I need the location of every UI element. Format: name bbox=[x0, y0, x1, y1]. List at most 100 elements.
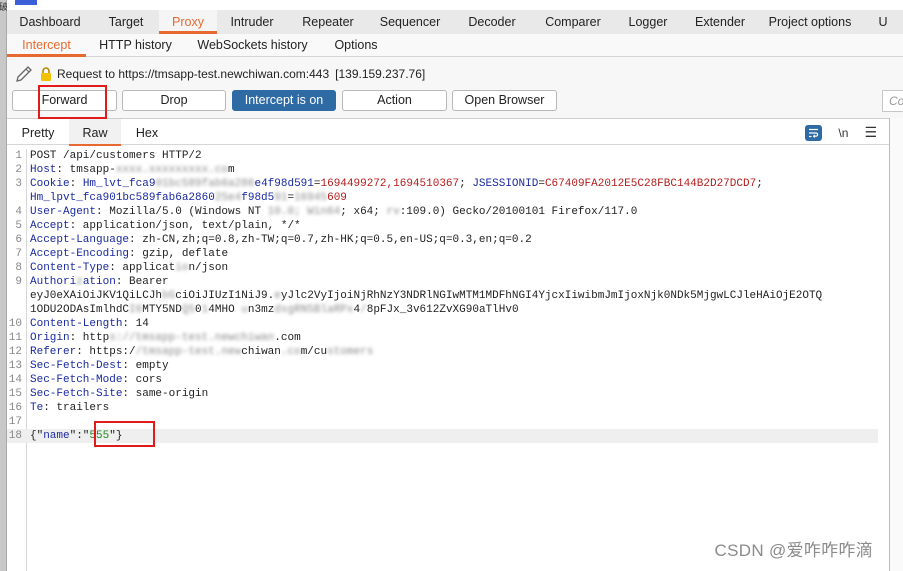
header-name: User-Agent bbox=[30, 206, 97, 218]
line-number bbox=[7, 191, 26, 205]
redacted-text: s://tmsapp-tes bbox=[109, 332, 202, 344]
line-text: Referer: https://tmsapp-test.newchiwan.c… bbox=[26, 345, 373, 359]
header-value: 609 bbox=[327, 192, 347, 204]
main-tab-u[interactable]: U bbox=[863, 10, 903, 34]
header-value: m bbox=[228, 164, 235, 176]
header-value: .com bbox=[274, 332, 301, 344]
header-value: ciOiJIUzI1NiJ9. bbox=[175, 290, 275, 302]
header-name: Sec-Fetch-Dest bbox=[30, 360, 123, 372]
raw-request-body[interactable]: 1 POST /api/customers HTTP/2 2 Host: tmsapp… bbox=[7, 149, 889, 443]
redacted-text: io bbox=[175, 262, 189, 274]
header-value: : gzip, deflate bbox=[129, 248, 229, 260]
request-line: 1 POST /api/customers HTTP/2 bbox=[7, 149, 889, 163]
main-tab-extender[interactable]: Extender bbox=[683, 10, 757, 34]
sub-tab-websockets-history[interactable]: WebSockets history bbox=[185, 34, 320, 56]
redacted-text: I6 bbox=[129, 304, 143, 316]
header-name: Referer bbox=[30, 346, 77, 358]
header-value: yJlc2VyIjoiNjRhNzY3NDRlNGIwMTM1MDFhNGI4Y… bbox=[280, 290, 823, 302]
header-name: Cookie bbox=[30, 178, 70, 190]
redacted-text: rv bbox=[386, 206, 400, 218]
comment-input[interactable]: Co bbox=[882, 90, 903, 112]
main-tab-decoder[interactable]: Decoder bbox=[451, 10, 533, 34]
header-value: n/json bbox=[188, 262, 229, 274]
line-number: 14 bbox=[8, 374, 22, 386]
request-line: 10 Content-Length: 14 bbox=[7, 317, 889, 331]
line-text bbox=[26, 415, 30, 429]
line-text: Content-Length: 14 bbox=[26, 317, 149, 331]
drop-button[interactable]: Drop bbox=[122, 90, 226, 111]
line-text: eyJ0eXAiOiJKV1QiLCJhbGciOiJIUzI1NiJ9.eyJ… bbox=[26, 289, 822, 303]
header-name: Host bbox=[30, 164, 57, 176]
request-line: 5 Accept: application/json, text/plain, *… bbox=[7, 219, 889, 233]
main-tab-intruder[interactable]: Intruder bbox=[217, 10, 287, 34]
view-tab-raw[interactable]: Raw bbox=[69, 119, 121, 146]
view-tab-hex[interactable]: Hex bbox=[121, 119, 173, 145]
request-line: 11 Origin: https://tmsapp-test.newchiwan.… bbox=[7, 331, 889, 345]
action-button[interactable]: Action bbox=[342, 90, 447, 111]
line-number: 12 bbox=[8, 346, 22, 358]
line-text: Accept-Encoding: gzip, deflate bbox=[26, 247, 228, 261]
menu-icon[interactable]: ☰ bbox=[864, 124, 877, 141]
view-tab-pretty[interactable]: Pretty bbox=[7, 119, 69, 145]
main-tab-sequencer[interactable]: Sequencer bbox=[369, 10, 451, 34]
header-value: ; bbox=[459, 178, 473, 190]
main-tab-proxy[interactable]: Proxy bbox=[159, 10, 217, 34]
line-text: Authorization: Bearer bbox=[26, 275, 169, 289]
main-tab-dashboard[interactable]: Dashboard bbox=[7, 10, 93, 34]
line-number: 17 bbox=[8, 416, 22, 428]
header-value: n3mz bbox=[247, 304, 275, 316]
header-name: Hm_lpvt_fca901bc589fab6a2860 bbox=[30, 192, 215, 204]
sub-tab-options[interactable]: Options bbox=[320, 34, 392, 56]
proxy-sub-tab-bar: Intercept HTTP history WebSockets history O… bbox=[7, 34, 903, 57]
header-value: : zh-CN,zh;q=0.8,zh-TW;q=0.7,zh-HK;q=0.5… bbox=[129, 234, 532, 246]
redacted-text: / bbox=[360, 304, 367, 316]
line-number: 9 bbox=[15, 276, 22, 288]
line-number: 8 bbox=[15, 262, 22, 274]
line-text: User-Agent: Mozilla/5.0 (Windows NT 10.0… bbox=[26, 205, 637, 219]
view-tab-bar: Pretty Raw Hex bbox=[7, 119, 889, 146]
header-value: ; bbox=[756, 178, 763, 190]
line-text: Content-Type: application/json bbox=[26, 261, 228, 275]
line-number bbox=[7, 289, 26, 303]
main-tab-repeater[interactable]: Repeater bbox=[287, 10, 369, 34]
header-value: = bbox=[538, 178, 545, 190]
intercept-toggle-button[interactable]: Intercept is on bbox=[232, 90, 336, 111]
main-tab-project-options[interactable]: Project options bbox=[757, 10, 863, 34]
newline-toggle-icon[interactable]: \n bbox=[838, 126, 848, 140]
header-value: eyJ0eXAiOiJKV1QiLCJh bbox=[30, 290, 163, 302]
word-wrap-icon[interactable] bbox=[805, 124, 823, 141]
header-value: 0 bbox=[195, 304, 202, 316]
header-name: Accept bbox=[30, 220, 70, 232]
line-number: 16 bbox=[8, 402, 22, 414]
request-line: Hm_lpvt_fca901bc589fab6a286025e4f98d591=… bbox=[7, 191, 889, 205]
line-text: Sec-Fetch-Dest: empty bbox=[26, 359, 169, 373]
line-number: 6 bbox=[15, 234, 22, 246]
forward-button[interactable]: Forward bbox=[12, 90, 117, 111]
line-text: POST /api/customers HTTP/2 bbox=[26, 149, 202, 163]
main-tab-target[interactable]: Target bbox=[93, 10, 159, 34]
editor-toolbar: \n ☰ bbox=[805, 124, 877, 141]
header-value: ":" bbox=[69, 430, 90, 442]
header-value: : Bearer bbox=[115, 276, 169, 288]
main-tab-logger[interactable]: Logger bbox=[613, 10, 683, 34]
sub-tab-http-history[interactable]: HTTP history bbox=[86, 34, 185, 56]
redacted-text: z bbox=[76, 276, 83, 288]
header-value: 8pFJx_3v612ZvXG90aTlHv0 bbox=[366, 304, 519, 316]
redacted-text: t.newchiwan bbox=[201, 332, 275, 344]
redacted-text: .co bbox=[280, 346, 301, 358]
line-number: 10 bbox=[8, 318, 22, 330]
sub-tab-intercept[interactable]: Intercept bbox=[7, 34, 86, 57]
open-browser-button[interactable]: Open Browser bbox=[452, 90, 557, 111]
header-value: {" bbox=[30, 430, 44, 442]
header-name: Hm_lvt_fca9 bbox=[82, 178, 156, 190]
request-line: 1ODU2ODAsImlhdCI6MTY5NDQ5014MHO un3mzdsg… bbox=[7, 303, 889, 317]
header-value: : https:/ bbox=[76, 346, 136, 358]
header-value: : Mozilla/5.0 (Windows NT bbox=[96, 206, 268, 218]
header-name: Accept-Encoding bbox=[30, 248, 130, 260]
main-tab-comparer[interactable]: Comparer bbox=[533, 10, 613, 34]
pencil-icon[interactable] bbox=[14, 64, 34, 84]
request-line: 18 {"name":"555"} bbox=[7, 429, 878, 443]
request-line: 9 Authorization: Bearer bbox=[7, 275, 889, 289]
message-editor: Pretty Raw Hex \n ☰ 1 POST /api/customers H… bbox=[7, 118, 889, 571]
window-title-bar bbox=[7, 0, 903, 10]
